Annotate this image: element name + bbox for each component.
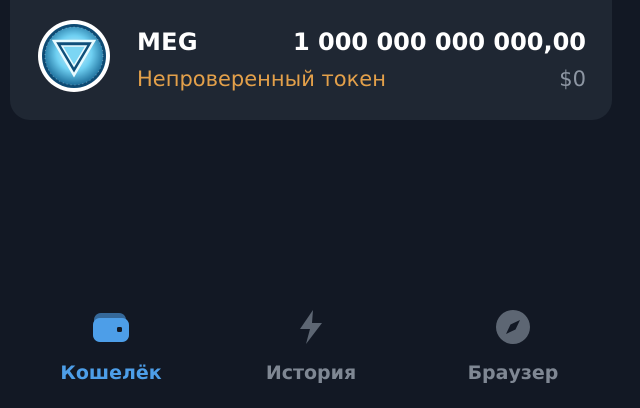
tab-browser[interactable]: Браузер (423, 300, 603, 396)
token-row[interactable]: MEG Непроверенный токен 1 000 000 000 00… (10, 0, 612, 120)
wallet-icon (93, 313, 129, 342)
token-symbol: MEG (137, 28, 198, 56)
token-balance: 1 000 000 000 000,00 (292, 28, 586, 56)
lightning-icon (300, 310, 322, 344)
meg-token-logo-icon (38, 20, 110, 92)
tab-wallet-label: Кошелёк (60, 362, 162, 384)
token-fiat-value: $0 (559, 67, 586, 91)
tab-browser-label: Браузер (467, 362, 559, 384)
token-status-label: Непроверенный токен (137, 67, 386, 91)
tab-history[interactable]: История (221, 300, 401, 396)
tab-wallet[interactable]: Кошелёк (21, 300, 201, 396)
bottom-tab-bar: Кошелёк История Браузер (0, 300, 640, 408)
compass-icon (496, 310, 530, 344)
tab-history-label: История (265, 362, 357, 384)
